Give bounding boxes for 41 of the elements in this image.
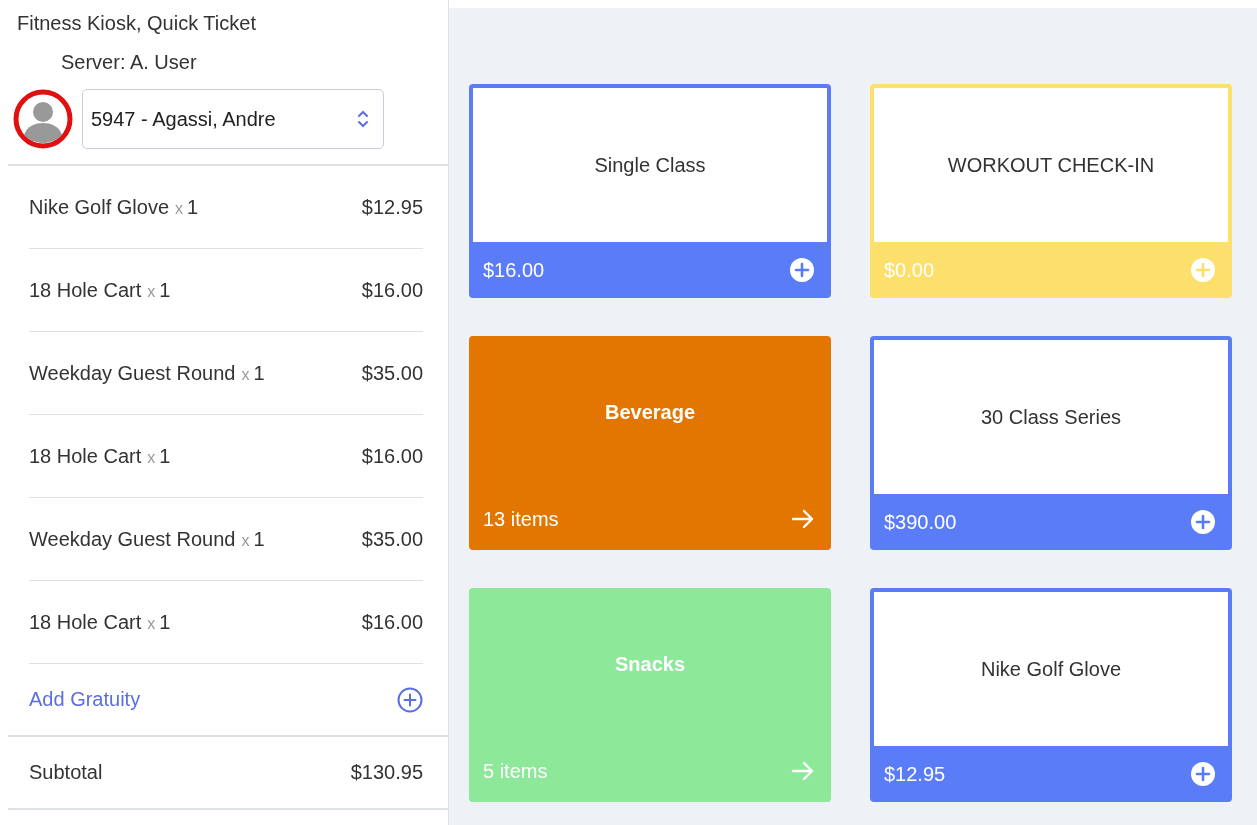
item-name: Weekday Guest Round x 1: [29, 361, 265, 385]
tile-name: WORKOUT CHECK-IN: [947, 153, 1155, 177]
item-name: Nike Golf Glove x 1: [29, 195, 199, 219]
item-name: 18 Hole Cart x 1: [29, 610, 171, 634]
item-name: Weekday Guest Round x 1: [29, 527, 265, 551]
add-icon[interactable]: [397, 686, 423, 713]
product-tile[interactable]: WORKOUT CHECK-IN $0.00: [870, 84, 1232, 298]
add-gratuity-link[interactable]: Add Gratuity: [29, 688, 141, 711]
tile-price: $12.95: [884, 762, 946, 786]
item-name: 18 Hole Cart x 1: [29, 278, 171, 302]
server-name: Server: A. User: [60, 50, 198, 74]
subtotal-amount: $130.95: [350, 761, 423, 784]
item-price: $35.00: [361, 527, 423, 551]
ticket-title: Fitness Kiosk, Quick Ticket: [16, 11, 257, 35]
item-price: $16.00: [361, 444, 423, 468]
add-icon[interactable]: [1190, 509, 1216, 535]
tile-name: Nike Golf Glove: [980, 657, 1122, 681]
tile-name: Snacks: [614, 652, 686, 676]
sort-icon: [357, 108, 369, 130]
item-count: 5 items: [483, 759, 548, 783]
item-price: $35.00: [361, 361, 423, 385]
product-tile[interactable]: Nike Golf Glove $12.95: [870, 588, 1232, 802]
item-count: 13 items: [483, 507, 559, 531]
customer-select[interactable]: 5947 - Agassi, Andre: [82, 89, 384, 149]
tile-name: 30 Class Series: [980, 405, 1122, 429]
item-price: $16.00: [361, 610, 423, 634]
arrow-right-icon[interactable]: [791, 508, 815, 530]
product-tile[interactable]: Single Class $16.00: [469, 84, 831, 298]
add-icon[interactable]: [789, 257, 815, 283]
product-tile[interactable]: 30 Class Series $390.00: [870, 336, 1232, 550]
avatar-icon: [12, 88, 74, 150]
tile-name: Beverage: [604, 400, 696, 424]
tile-price: $16.00: [483, 258, 545, 282]
tile-name: Single Class: [594, 153, 706, 177]
item-name: 18 Hole Cart x 1: [29, 444, 171, 468]
tile-price: $390.00: [884, 510, 957, 534]
item-price: $16.00: [361, 278, 423, 302]
item-price: $12.95: [361, 195, 423, 219]
subtotal-label: Subtotal: [29, 761, 103, 784]
add-icon[interactable]: [1190, 761, 1216, 787]
tile-price: $0.00: [884, 258, 935, 282]
